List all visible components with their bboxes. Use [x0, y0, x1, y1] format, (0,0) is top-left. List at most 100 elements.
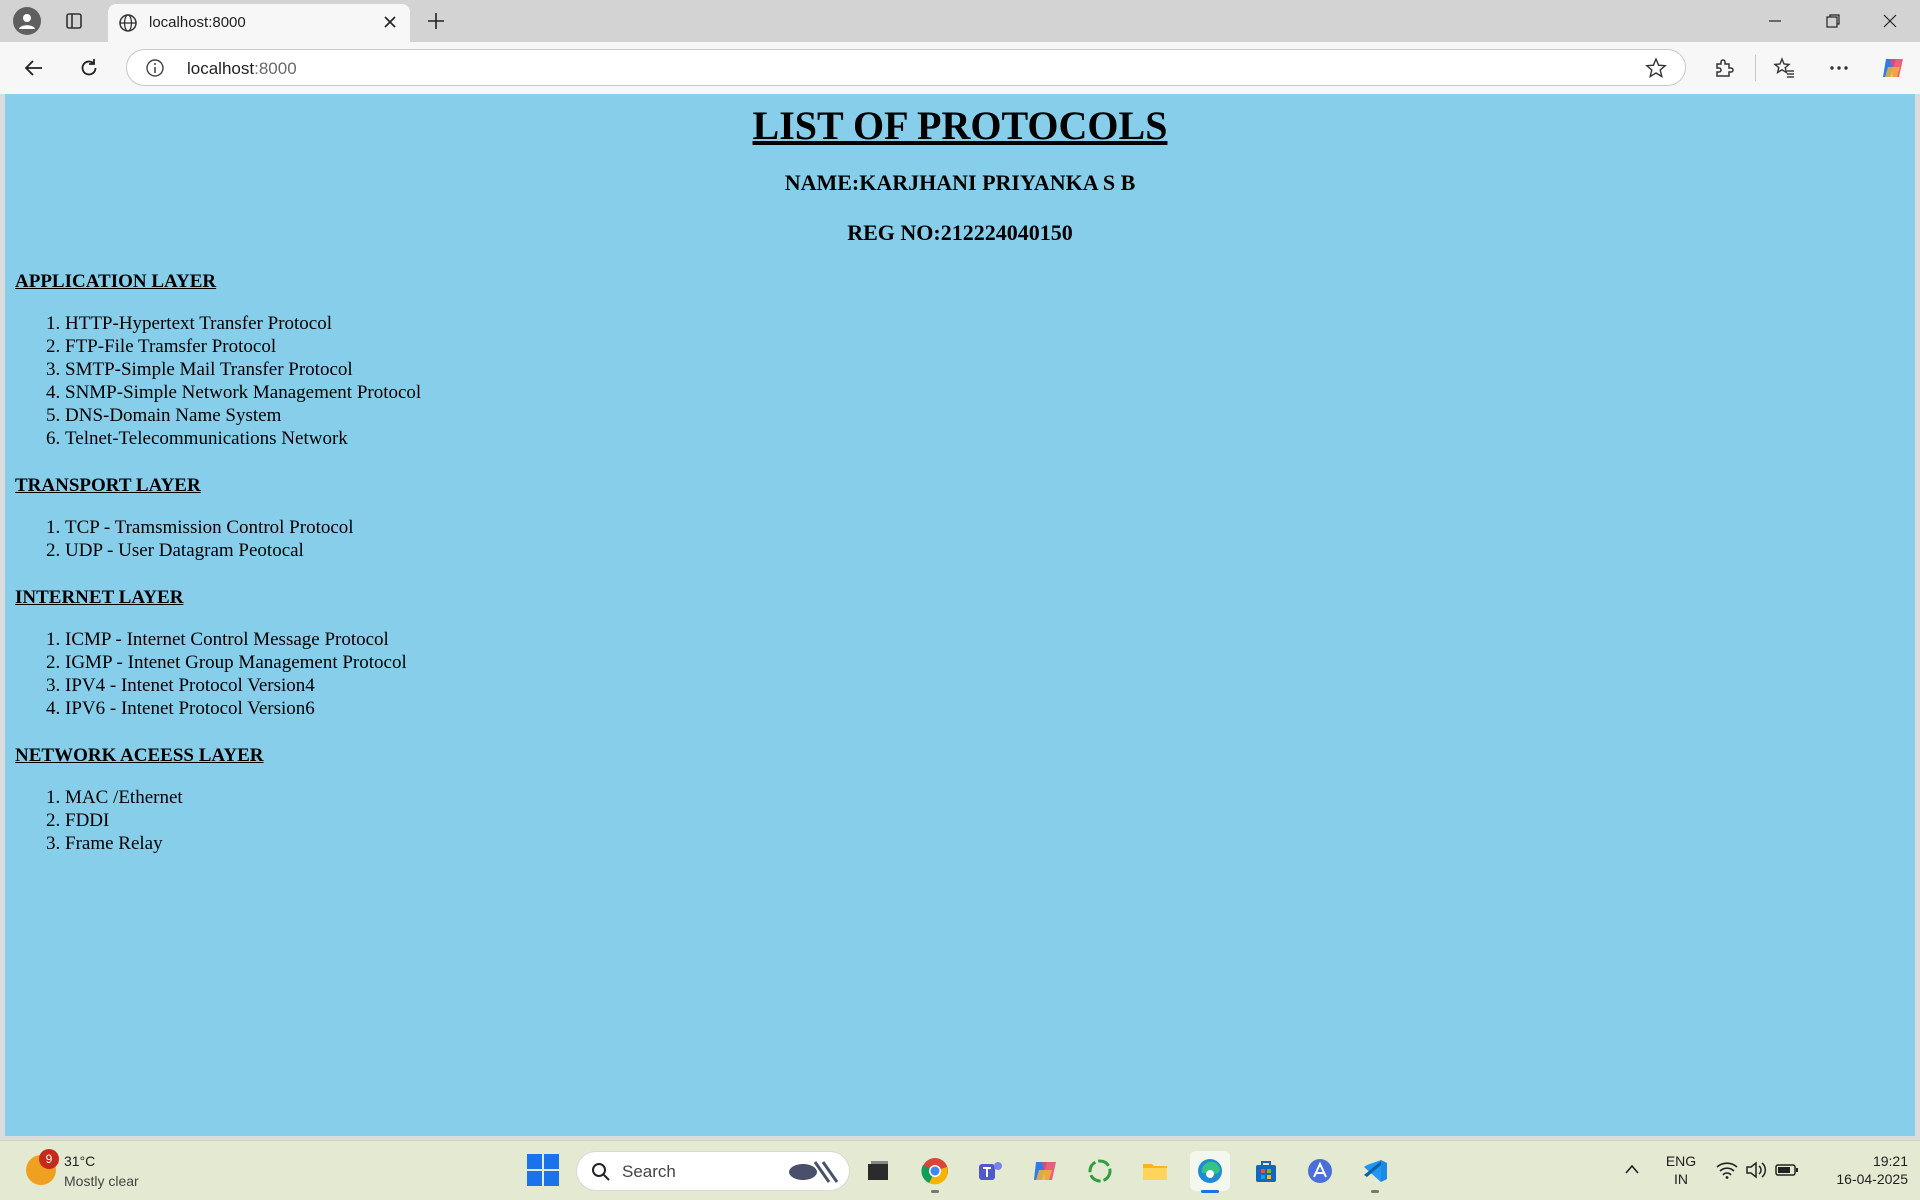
battery-icon[interactable] — [1775, 1162, 1799, 1178]
registration-number: REG NO:212224040150 — [847, 220, 1073, 245]
section-heading-network-access: NETWORK ACEESS LAYER — [15, 745, 264, 766]
running-indicator — [1371, 1190, 1379, 1193]
search-highlight-icon — [789, 1161, 839, 1183]
back-arrow-icon — [24, 60, 42, 76]
more-menu-button[interactable] — [1822, 52, 1856, 84]
application-protocol-list: HTTP-Hypertext Transfer Protocol FTP-Fil… — [15, 312, 1905, 450]
active-indicator — [1201, 1190, 1219, 1193]
more-dots-icon — [1830, 66, 1848, 70]
weather-widget[interactable]: 9 31°C Mostly clear — [22, 1149, 182, 1193]
extensions-button[interactable] — [1707, 52, 1741, 84]
list-item: IPV6 - Intenet Protocol Version6 — [65, 697, 1905, 720]
search-label: Search — [622, 1162, 676, 1181]
close-window-icon — [1883, 14, 1897, 28]
new-tab-button[interactable] — [420, 6, 452, 36]
region-code: IN — [1674, 1171, 1688, 1187]
chevron-up-icon[interactable] — [1624, 1163, 1640, 1175]
taskbar-sync-app[interactable] — [1080, 1151, 1120, 1191]
student-name: NAME:KARJHANI PRIYANKA S B — [784, 170, 1136, 195]
clock-date: 16-04-2025 — [1836, 1171, 1908, 1187]
address-bar[interactable]: localhost:8000 — [126, 49, 1686, 86]
taskbar-chrome[interactable] — [915, 1151, 955, 1193]
file-explorer-icon — [1143, 1164, 1167, 1180]
minimize-button[interactable] — [1747, 0, 1803, 42]
list-item: IPV4 - Intenet Protocol Version4 — [65, 674, 1905, 697]
page-title: LIST OF PROTOCOLS — [752, 103, 1168, 148]
favorites-button[interactable] — [1767, 52, 1801, 84]
refresh-app-icon — [1088, 1159, 1112, 1183]
language-indicator[interactable]: ENG IN — [1660, 1152, 1702, 1188]
puzzle-icon — [1716, 59, 1734, 77]
taskbar-copilot[interactable] — [1025, 1151, 1065, 1191]
info-icon[interactable] — [145, 58, 165, 78]
page-viewport: LIST OF PROTOCOLS NAME:KARJHANI PRIYANKA… — [5, 94, 1915, 1136]
list-item: UDP - User Datagram Peotocal — [65, 539, 1905, 562]
list-item: Telnet-Telecommunications Network — [65, 427, 1905, 450]
list-item: SNMP-Simple Network Management Protocol — [65, 381, 1905, 404]
back-button[interactable] — [17, 52, 51, 84]
favorite-star-icon[interactable] — [1645, 57, 1667, 79]
list-item: SMTP-Simple Mail Transfer Protocol — [65, 358, 1905, 381]
running-indicator — [931, 1190, 939, 1193]
list-item: TCP - Tramsmission Control Protocol — [65, 516, 1905, 539]
profile-icon — [13, 7, 41, 35]
browser-titlebar: localhost:8000 — [0, 0, 1920, 42]
internet-protocol-list: ICMP - Internet Control Message Protocol… — [15, 628, 1905, 720]
copilot-button[interactable] — [1876, 52, 1910, 84]
copilot-icon — [1883, 59, 1903, 77]
wifi-icon[interactable] — [1716, 1161, 1738, 1179]
volume-icon[interactable] — [1745, 1161, 1767, 1179]
section-heading-application: APPLICATION LAYER — [15, 271, 217, 292]
close-icon — [384, 16, 396, 28]
favorites-icon — [1773, 57, 1794, 78]
clock-time: 19:21 — [1872, 1153, 1908, 1169]
taskbar-edge[interactable] — [1190, 1151, 1230, 1193]
list-item: Frame Relay — [65, 832, 1905, 855]
taskbar-store[interactable] — [1246, 1151, 1286, 1191]
restore-icon — [1826, 14, 1840, 28]
windows-taskbar: 9 31°C Mostly clear Search ENG IN 19:21 … — [0, 1140, 1920, 1200]
globe-icon — [119, 14, 137, 32]
app-icon — [1308, 1159, 1332, 1183]
tab-close-button[interactable] — [380, 12, 400, 32]
section-heading-transport: TRANSPORT LAYER — [15, 475, 201, 496]
start-icon-tile — [544, 1154, 559, 1169]
url-text: localhost:8000 — [187, 59, 297, 78]
toolbar-separator — [1755, 55, 1756, 81]
restore-button[interactable] — [1805, 0, 1861, 42]
start-icon-tile — [527, 1171, 542, 1186]
taskbar-file-explorer[interactable] — [1135, 1151, 1175, 1191]
list-item: FTP-File Tramsfer Protocol — [65, 335, 1905, 358]
weather-temperature: 31°C — [64, 1153, 96, 1169]
chrome-icon — [921, 1158, 948, 1185]
browser-toolbar: localhost:8000 — [0, 42, 1920, 94]
tab-localhost[interactable]: localhost:8000 — [108, 4, 410, 42]
list-item: MAC /Ethernet — [65, 786, 1905, 809]
language-code: ENG — [1665, 1153, 1697, 1169]
start-icon-tile — [544, 1171, 559, 1186]
tab-actions-button[interactable] — [58, 6, 90, 36]
taskbar-vscode[interactable] — [1355, 1151, 1395, 1193]
tab-actions-icon — [66, 13, 82, 29]
file-manager-icon — [868, 1161, 888, 1180]
clock[interactable]: 19:21 16-04-2025 — [1808, 1152, 1908, 1188]
taskbar-search[interactable]: Search — [576, 1151, 850, 1191]
tab-title: localhost:8000 — [149, 14, 246, 31]
weather-condition: Mostly clear — [64, 1173, 139, 1189]
plus-icon — [428, 13, 444, 29]
list-item: IGMP - Intenet Group Management Protocol — [65, 651, 1905, 674]
taskbar-teams[interactable] — [970, 1151, 1010, 1191]
network-access-protocol-list: MAC /Ethernet FDDI Frame Relay — [15, 786, 1905, 855]
notification-badge: 9 — [39, 1149, 59, 1169]
close-window-button[interactable] — [1862, 0, 1918, 42]
copilot-app-icon — [1034, 1162, 1056, 1180]
taskbar-file-manager[interactable] — [858, 1151, 898, 1191]
refresh-button[interactable] — [72, 52, 106, 84]
start-button[interactable] — [527, 1154, 559, 1186]
edge-icon — [1198, 1159, 1222, 1183]
profile-button[interactable] — [11, 6, 43, 36]
section-heading-internet: INTERNET LAYER — [15, 587, 184, 608]
taskbar-app[interactable] — [1300, 1151, 1340, 1191]
vscode-icon — [1364, 1160, 1387, 1182]
minimize-icon — [1769, 20, 1781, 22]
